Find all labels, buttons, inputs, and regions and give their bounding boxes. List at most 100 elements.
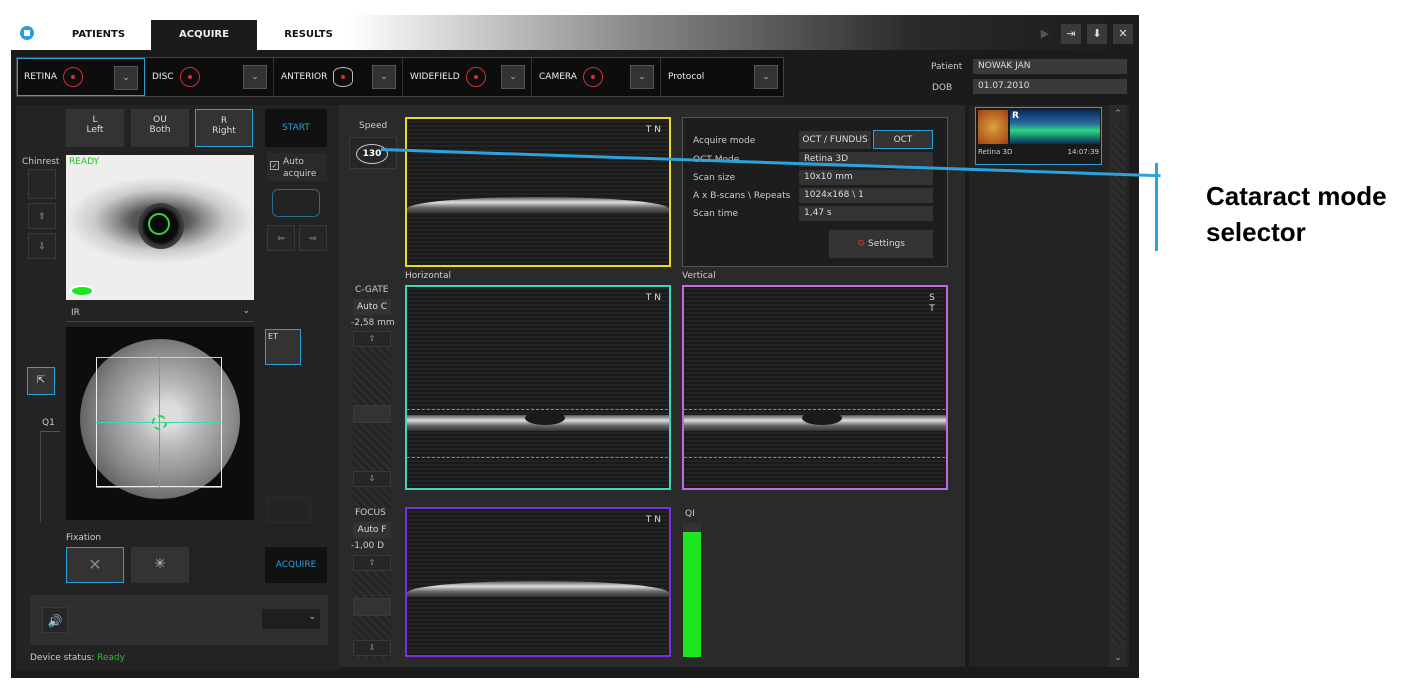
tn-label: T N [645, 515, 661, 525]
focus-auto-button[interactable]: Auto F [353, 522, 391, 538]
chevron-up-icon[interactable]: ⌃ [1109, 105, 1127, 123]
scan-horizontal: T N [405, 285, 671, 490]
mode-protocol[interactable]: Protocol ⌄ [662, 58, 784, 96]
scan-line-bottom [96, 487, 222, 488]
chevron-down-icon[interactable]: ⌄ [243, 65, 267, 89]
minimize-icon[interactable]: ⬇ [1087, 24, 1107, 44]
tab-results[interactable]: RESULTS [261, 20, 356, 50]
acquire-mode-oct[interactable]: OCT [873, 130, 933, 149]
scrollbar-track [1111, 125, 1125, 645]
fovea-dip [525, 411, 565, 425]
mode-disc[interactable]: DISC ⌄ [146, 58, 274, 96]
settings-button[interactable]: ⚙ Settings [829, 230, 933, 258]
eye-both-button[interactable]: OU Both [131, 109, 189, 147]
mode-retina[interactable]: RETINA ⌄ [17, 58, 145, 96]
settings-label: Settings [868, 239, 905, 249]
cgate-label: C-GATE [355, 285, 389, 295]
left-panel: L Left OU Both R Right START Chinrest ⇧ ⇩ R… [16, 105, 339, 670]
speed-button[interactable]: 130 [349, 137, 397, 169]
speed-label: Speed [359, 121, 388, 131]
widefield-icon [465, 67, 486, 87]
results-scrollbar[interactable]: ⌃ ⌄ [1109, 105, 1127, 667]
fixation-cross-button[interactable]: ✕ [66, 547, 124, 583]
retina-icon [62, 67, 83, 87]
acquire-mode-oct-fundus[interactable]: OCT / FUNDUS [799, 131, 871, 149]
acquire-info-box: Acquire mode OCT / FUNDUS OCT OCT Mode R… [682, 117, 948, 267]
chevron-down-icon[interactable]: ⌄ [1109, 649, 1127, 667]
mode-label: CAMERA [539, 72, 577, 82]
device-status-label: Device status: [30, 653, 95, 663]
fovea-target-icon [152, 415, 167, 430]
play-icon[interactable]: ▶ [1035, 24, 1055, 44]
tn-label: T N [645, 125, 661, 135]
mode-label: DISC [152, 72, 174, 82]
tab-patients[interactable]: PATIENTS [56, 20, 141, 50]
cgate-auto-button[interactable]: Auto C [353, 299, 391, 315]
annotation-text: Cataract mode selector [1206, 178, 1387, 250]
chevron-down-icon[interactable]: ⌄ [372, 65, 396, 89]
result-thumbnail[interactable]: R Retina 3D 14:07:39 [975, 107, 1102, 165]
eye-both-sub: Both [149, 125, 171, 135]
eye-tracking-button[interactable]: ET [265, 329, 301, 365]
mode-label: RETINA [24, 72, 57, 82]
eye-left-button[interactable]: L Left [66, 109, 124, 147]
close-icon[interactable]: ✕ [1113, 24, 1133, 44]
mode-widefield[interactable]: WIDEFIELD ⌄ [404, 58, 532, 96]
align-left-button[interactable]: ⇦ [267, 225, 295, 251]
cgate-up-button[interactable]: ⇧ [353, 331, 391, 347]
retina-layer [407, 581, 669, 597]
auto-acquire-checkbox[interactable]: ✓ Auto acquire [267, 153, 327, 181]
chevron-down-icon[interactable]: ⌄ [501, 65, 525, 89]
disc-icon [179, 67, 200, 87]
reference-line [407, 409, 669, 410]
fundus-view [66, 327, 254, 520]
acquire-mode-label: Acquire mode [693, 136, 756, 146]
cgate-value: -2,58 mm [351, 318, 395, 328]
chevron-down-icon[interactable]: ⌄ [114, 66, 138, 90]
focus-slider-thumb[interactable] [353, 598, 391, 616]
focus-up-button[interactable]: ⇧ [353, 555, 391, 571]
mode-anterior[interactable]: ANTERIOR ⌄ [275, 58, 403, 96]
chinrest-down-button[interactable]: ⇩ [28, 233, 56, 259]
align-right-button[interactable]: ⇨ [299, 225, 327, 251]
chinrest-label: Chinrest [22, 157, 60, 167]
thumb-eye: R [1012, 111, 1019, 121]
dob-label: DOB [932, 83, 953, 93]
info-value: 1024x168 \ 1 [799, 188, 933, 203]
mode-camera[interactable]: CAMERA ⌄ [533, 58, 661, 96]
logout-icon[interactable]: ⇥ [1061, 24, 1081, 44]
autofocus-button[interactable]: ⇱ [27, 367, 55, 395]
chevron-down-icon[interactable]: ⌄ [754, 65, 778, 89]
focus-down-button[interactable]: ⇩ [353, 640, 391, 656]
scan-focus: T N [405, 507, 671, 657]
chevron-down-icon[interactable]: ⌄ [630, 65, 654, 89]
cgate-slider-thumb[interactable] [353, 405, 391, 423]
capture-disabled-button[interactable] [267, 497, 311, 523]
horizontal-label: Horizontal [405, 271, 451, 281]
oct-thumbnail [1010, 110, 1100, 144]
q1-bar [40, 431, 60, 432]
eye-right-button[interactable]: R Right [195, 109, 253, 147]
audio-select[interactable]: ⌄ [262, 609, 320, 629]
fixation-star-button[interactable]: ✳ [131, 547, 189, 583]
patient-name: NOWAK JAN [973, 59, 1127, 74]
tab-acquire[interactable]: ACQUIRE [151, 20, 257, 50]
info-value: 10x10 mm [799, 170, 933, 185]
app-window: PATIENTS ACQUIRE RESULTS ▶ ⇥ ⬇ ✕ RETINA … [11, 15, 1139, 678]
reference-line [684, 409, 946, 410]
center-panel: Speed 130 C-GATE Auto C -2,58 mm ⇧ ⇩ FOC… [339, 105, 965, 667]
chinrest-up-button[interactable]: ⇧ [28, 203, 56, 229]
mode-label: WIDEFIELD [410, 72, 460, 82]
start-button[interactable]: START [265, 109, 327, 147]
align-head-icon [272, 189, 320, 217]
dob-value: 01.07.2010 [973, 79, 1127, 94]
speaker-icon[interactable]: 🔊 [42, 607, 68, 633]
acquire-button[interactable]: ACQUIRE [265, 547, 327, 583]
q1-track [40, 431, 41, 523]
info-value: 1,47 s [799, 206, 933, 221]
cgate-down-button[interactable]: ⇩ [353, 471, 391, 487]
annotation-line2: selector [1206, 217, 1306, 247]
ir-select[interactable]: IR ⌄ [66, 305, 254, 322]
mode-bar: RETINA ⌄ DISC ⌄ ANTERIOR ⌄ WIDEFIELD ⌄ C… [16, 57, 784, 97]
mode-label: ANTERIOR [281, 72, 328, 82]
